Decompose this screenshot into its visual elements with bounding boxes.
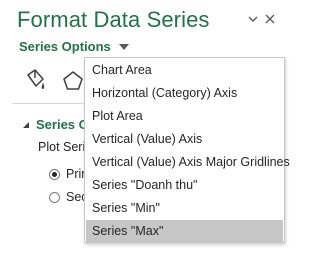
secondary-axis-radio[interactable]: Sec bbox=[49, 190, 89, 204]
series-options-section-header[interactable]: Series O bbox=[22, 117, 92, 132]
series-options-menu: Chart Area Horizontal (Category) Axis Pl… bbox=[84, 57, 290, 243]
menu-item-vertical-axis[interactable]: Vertical (Value) Axis bbox=[86, 128, 283, 150]
radio-button[interactable] bbox=[49, 168, 60, 180]
collapse-chevron-icon[interactable] bbox=[245, 11, 261, 27]
menu-item-chart-area[interactable]: Chart Area bbox=[86, 59, 283, 81]
primary-axis-radio[interactable]: Prim bbox=[49, 167, 89, 181]
menu-item-vertical-axis-gridlines[interactable]: Vertical (Value) Axis Major Gridlines bbox=[86, 151, 290, 173]
menu-item-series-max[interactable]: Series "Max" bbox=[86, 220, 283, 242]
menu-item-plot-area[interactable]: Plot Area bbox=[86, 105, 283, 127]
series-options-dropdown[interactable]: Series Options bbox=[19, 39, 129, 54]
menu-item-series-min[interactable]: Series "Min" bbox=[86, 197, 283, 219]
radio-button[interactable] bbox=[49, 191, 60, 203]
tab-divider bbox=[12, 103, 92, 104]
menu-item-series-doanh-thu[interactable]: Series "Doanh thu" bbox=[86, 174, 283, 196]
caret-down-icon bbox=[118, 39, 129, 54]
pane-title: Format Data Series bbox=[17, 7, 210, 32]
triangle-expanded-icon bbox=[22, 117, 30, 132]
close-icon[interactable] bbox=[262, 11, 278, 27]
section-title: Series O bbox=[36, 117, 89, 132]
series-options-label: Series Options bbox=[19, 39, 111, 54]
menu-item-horizontal-axis[interactable]: Horizontal (Category) Axis bbox=[86, 82, 283, 104]
paint-bucket-icon[interactable] bbox=[20, 66, 50, 96]
